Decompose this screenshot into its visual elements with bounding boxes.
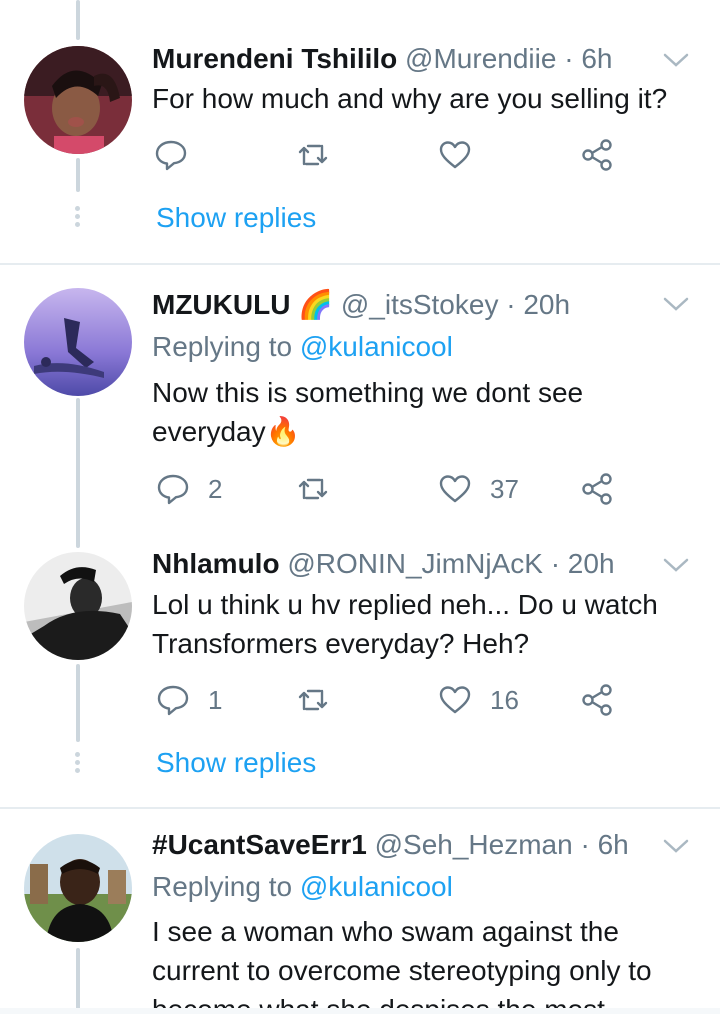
thread-dots-icon[interactable] — [75, 206, 81, 228]
replying-to: Replying to @kulanicool — [152, 329, 453, 365]
like-icon — [439, 141, 471, 169]
divider — [0, 807, 720, 809]
share-button[interactable] — [580, 135, 614, 175]
separator: · — [550, 548, 561, 579]
reply-count: 2 — [208, 473, 223, 504]
reply-button[interactable] — [154, 135, 188, 175]
rainbow-emoji: 🌈 — [298, 289, 334, 320]
reply-button[interactable]: 2 — [156, 469, 222, 509]
retweet-button[interactable] — [296, 469, 330, 509]
tweet-text-body: Now this is something we dont see everyd… — [152, 377, 584, 447]
tweet-header: MZUKULU 🌈 @_itsStokey · 20h — [152, 287, 696, 323]
display-name[interactable]: Nhlamulo — [152, 548, 280, 579]
tweet-text: For how much and why are you selling it? — [152, 83, 668, 114]
share-button[interactable] — [580, 469, 614, 509]
retweet-icon — [298, 478, 328, 500]
thread-line — [76, 0, 80, 40]
timestamp[interactable]: 20h — [568, 548, 615, 579]
thread-dots-icon[interactable] — [75, 752, 81, 774]
retweet-icon — [298, 144, 328, 166]
thread-line — [76, 398, 80, 548]
share-icon — [582, 684, 612, 716]
reply-icon — [157, 685, 189, 716]
tweet-text: Lol u think u hv replied neh... Do u wat… — [152, 589, 658, 659]
separator: · — [564, 43, 574, 74]
replying-to-handle[interactable]: @kulanicool — [300, 331, 453, 362]
display-name[interactable]: #UcantSaveErr1 — [152, 829, 367, 860]
tweet-header: Nhlamulo @RONIN_JimNjAcK · 20h — [152, 546, 696, 582]
avatar[interactable] — [24, 552, 132, 660]
chevron-down-icon[interactable] — [662, 294, 690, 314]
tweet-actions: 1 16 — [152, 680, 622, 720]
like-button[interactable] — [438, 135, 472, 175]
reply-button[interactable]: 1 — [156, 680, 222, 720]
display-name[interactable]: MZUKULU — [152, 289, 290, 320]
retweet-button[interactable] — [296, 680, 330, 720]
separator: · — [506, 289, 516, 320]
tweet-header: #UcantSaveErr1 @Seh_Hezman · 6h — [152, 827, 696, 863]
tweet-text: I see a woman who swam against the curre… — [152, 916, 652, 1014]
bottom-bar-edge — [0, 1008, 720, 1014]
share-icon — [582, 139, 612, 171]
display-name[interactable]: Murendeni Tshililo — [152, 43, 397, 74]
like-icon — [439, 475, 471, 503]
chevron-down-icon[interactable] — [662, 50, 690, 70]
chevron-down-icon[interactable] — [662, 555, 690, 575]
tweet-actions — [152, 135, 622, 175]
fire-emoji: 🔥 — [265, 416, 301, 447]
avatar[interactable] — [24, 288, 132, 396]
timestamp[interactable]: 6h — [581, 43, 612, 74]
like-count: 16 — [490, 684, 519, 715]
avatar[interactable] — [24, 46, 132, 154]
share-icon — [582, 473, 612, 505]
user-handle[interactable]: @RONIN_JimNjAcK — [287, 548, 543, 579]
reply-icon — [155, 140, 187, 171]
share-button[interactable] — [580, 680, 614, 720]
reply-icon — [157, 474, 189, 505]
retweet-button[interactable] — [296, 135, 330, 175]
thread-line — [76, 158, 80, 192]
tweet-header: Murendeni Tshililo @Murendiie · 6h — [152, 41, 696, 77]
separator: · — [580, 829, 590, 860]
replying-to: Replying to @kulanicool — [152, 869, 453, 905]
tweet-actions: 2 37 — [152, 469, 622, 509]
replying-label: Replying to — [152, 871, 293, 902]
retweet-icon — [298, 689, 328, 711]
tweet-text: Now this is something we dont see everyd… — [152, 373, 610, 451]
thread-line — [76, 948, 80, 1014]
timestamp[interactable]: 6h — [598, 829, 629, 860]
thread-line — [76, 664, 80, 742]
replying-to-handle[interactable]: @kulanicool — [300, 871, 453, 902]
reply-count: 1 — [208, 684, 223, 715]
show-replies-link[interactable]: Show replies — [156, 200, 316, 236]
like-button[interactable]: 16 — [438, 680, 519, 720]
replying-label: Replying to — [152, 331, 293, 362]
like-count: 37 — [490, 473, 519, 504]
user-handle[interactable]: @Murendiie — [405, 43, 556, 74]
user-handle[interactable]: @Seh_Hezman — [375, 829, 573, 860]
chevron-down-icon[interactable] — [662, 836, 690, 856]
like-icon — [439, 686, 471, 714]
show-replies-link[interactable]: Show replies — [156, 745, 316, 781]
avatar[interactable] — [24, 834, 132, 942]
timestamp[interactable]: 20h — [523, 289, 570, 320]
like-button[interactable]: 37 — [438, 469, 519, 509]
divider — [0, 263, 720, 265]
user-handle[interactable]: @_itsStokey — [341, 289, 499, 320]
